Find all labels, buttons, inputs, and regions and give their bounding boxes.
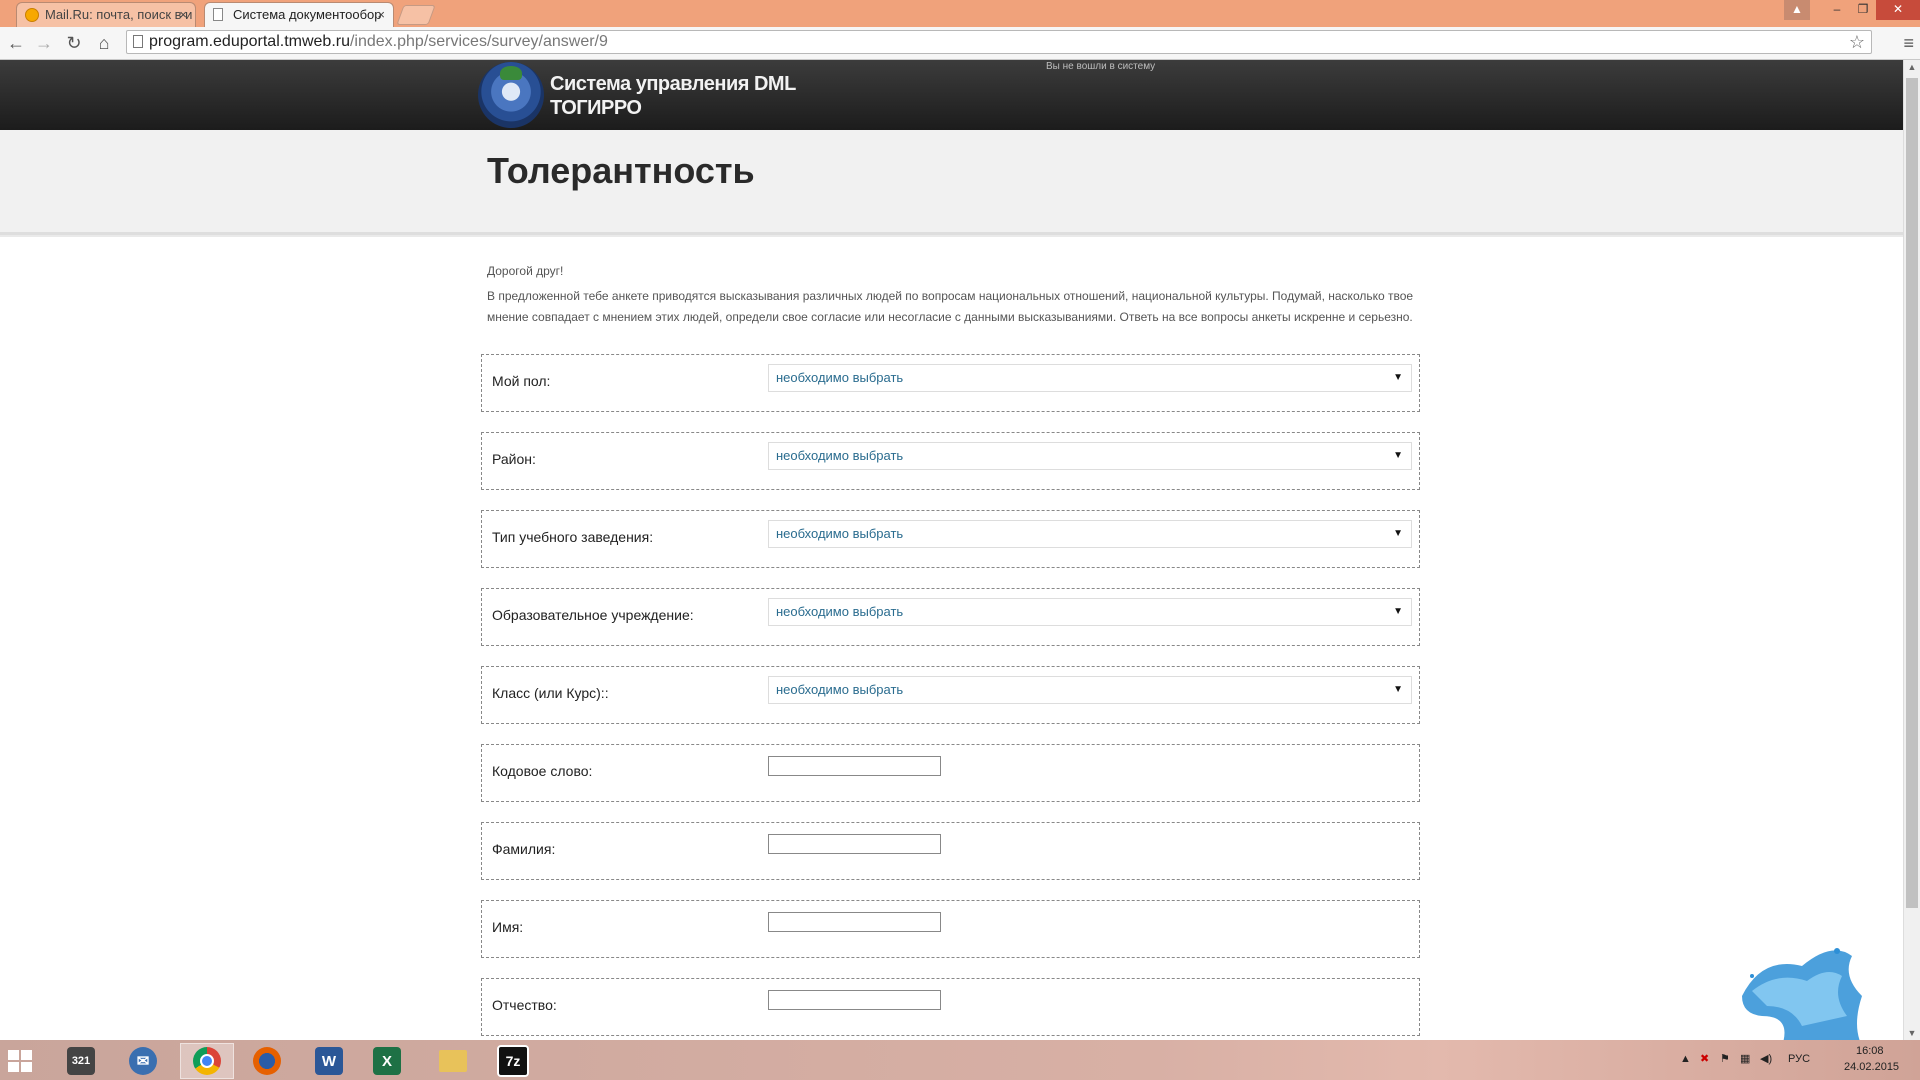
field-label: Мой пол: [492, 373, 551, 389]
field-label: Имя: [492, 919, 524, 935]
field-label: Район: [492, 451, 536, 467]
action-center-flag-icon[interactable]: ⚑ [1720, 1052, 1730, 1065]
field-label: Образовательное учреждение: [492, 607, 694, 623]
dropdown-caret-icon: ▼ [1393, 528, 1403, 539]
field-first-name: Имя: [481, 900, 1420, 958]
gender-select[interactable]: необходимо выбрать ▼ [768, 364, 1412, 392]
7zip-icon[interactable]: 7z [488, 1043, 538, 1079]
page-info-icon[interactable] [133, 35, 143, 48]
class-select[interactable]: необходимо выбрать ▼ [768, 676, 1412, 704]
site-title[interactable]: Система управления DML ТОГИРРО [550, 72, 796, 120]
scrollbar-thumb[interactable] [1906, 78, 1918, 908]
greeting-text: Дорогой друг! [487, 264, 564, 278]
site-logo[interactable] [478, 62, 544, 128]
site-title-line2: ТОГИРРО [550, 97, 642, 119]
tab-mailru[interactable]: Mail.Ru: почта, поиск в и × [16, 2, 196, 27]
close-tab-icon[interactable]: × [179, 3, 187, 27]
institution-select[interactable]: необходимо выбрать ▼ [768, 598, 1412, 626]
close-tab-icon[interactable]: × [377, 3, 385, 27]
field-label: Отчество: [492, 997, 557, 1013]
field-label: Тип учебного заведения: [492, 529, 654, 545]
new-tab-button[interactable] [396, 5, 436, 25]
page-favicon-icon [213, 8, 223, 21]
page-scrollbar[interactable]: ▲ ▼ [1903, 60, 1920, 1040]
institution-type-select[interactable]: необходимо выбрать ▼ [768, 520, 1412, 548]
field-label: Кодовое слово: [492, 763, 593, 779]
site-header: Система управления DML ТОГИРРО Вы не вош… [0, 60, 1903, 132]
windows-start-icon[interactable] [8, 1050, 34, 1072]
minimize-icon[interactable]: – [1824, 0, 1850, 20]
water-splash-decoration [1742, 948, 1862, 1040]
chrome-icon[interactable] [180, 1043, 234, 1079]
dropdown-caret-icon: ▼ [1393, 684, 1403, 695]
word-icon[interactable]: W [304, 1043, 354, 1079]
file-explorer-icon[interactable] [428, 1043, 478, 1079]
field-class: Класс (или Курс):: необходимо выбрать ▼ [481, 666, 1420, 724]
system-tray: ▲ ✖ ⚑ ▦ ◀) РУС 16:08 24.02.2015 [1660, 1040, 1920, 1080]
login-status: Вы не вошли в систему [1046, 61, 1156, 72]
address-bar[interactable]: program.eduportal.tmweb.ru/index.php/ser… [126, 30, 1872, 54]
survey-content: Дорогой друг! В предложенной тебе анкете… [481, 250, 1421, 1040]
home-icon[interactable]: ⌂ [92, 31, 116, 55]
thunderbird-icon[interactable]: ✉ [118, 1043, 168, 1079]
url-host: program.eduportal.tmweb.ru [149, 33, 350, 50]
patronymic-input[interactable] [768, 990, 941, 1010]
tab-label: Mail.Ru: почта, поиск в и [45, 7, 193, 22]
bookmark-star-icon[interactable]: ☆ [1849, 31, 1865, 53]
district-select[interactable]: необходимо выбрать ▼ [768, 442, 1412, 470]
browser-toolbar: ← → ↻ ⌂ program.eduportal.tmweb.ru/index… [0, 27, 1920, 60]
volume-icon[interactable]: ◀) [1760, 1052, 1772, 1065]
url-path: /index.php/services/survey/answer/9 [349, 33, 608, 50]
clock-time[interactable]: 16:08 [1856, 1045, 1884, 1057]
network-warning-icon[interactable]: ✖ [1700, 1052, 1709, 1065]
reload-icon[interactable]: ↻ [62, 31, 86, 55]
select-value: необходимо выбрать [776, 370, 904, 385]
surname-input[interactable] [768, 834, 941, 854]
firefox-icon[interactable] [242, 1043, 292, 1079]
field-gender: Мой пол: необходимо выбрать ▼ [481, 354, 1420, 412]
page-viewport: Система управления DML ТОГИРРО Вы не вош… [0, 60, 1903, 1040]
windows-taskbar: 321 ✉ W X 7z ▲ ✖ ⚑ ▦ ◀) РУС 16:08 24.02.… [0, 1040, 1920, 1080]
dropdown-caret-icon: ▼ [1393, 372, 1403, 383]
select-value: необходимо выбрать [776, 604, 904, 619]
profile-icon[interactable]: ▲ [1784, 0, 1810, 20]
field-surname: Фамилия: [481, 822, 1420, 880]
input-language[interactable]: РУС [1788, 1053, 1810, 1065]
field-institution-type: Тип учебного заведения: необходимо выбра… [481, 510, 1420, 568]
code-word-input[interactable] [768, 756, 941, 776]
close-window-icon[interactable]: ✕ [1876, 0, 1920, 20]
field-patronymic: Отчество: [481, 978, 1420, 1036]
restore-icon[interactable]: ❐ [1850, 0, 1876, 20]
site-title-line1: Система управления DML [550, 73, 796, 95]
page-title: Толерантность [487, 150, 755, 191]
field-label: Класс (или Курс):: [492, 685, 609, 701]
select-value: необходимо выбрать [776, 526, 904, 541]
tab-label: Система документообор [233, 7, 382, 22]
forward-arrow-icon[interactable]: → [32, 31, 56, 55]
first-name-input[interactable] [768, 912, 941, 932]
dropdown-caret-icon: ▼ [1393, 606, 1403, 617]
field-code-word: Кодовое слово: [481, 744, 1420, 802]
mailru-favicon-icon [25, 8, 39, 22]
tray-expand-icon[interactable]: ▲ [1680, 1053, 1691, 1065]
scroll-down-arrow-icon[interactable]: ▼ [1904, 1028, 1920, 1038]
field-label: Фамилия: [492, 841, 556, 857]
clock-date[interactable]: 24.02.2015 [1844, 1061, 1899, 1073]
network-icon[interactable]: ▦ [1740, 1052, 1750, 1065]
field-institution: Образовательное учреждение: необходимо в… [481, 588, 1420, 646]
browser-titlebar: Mail.Ru: почта, поиск в и × Система доку… [0, 0, 1920, 27]
dropdown-caret-icon: ▼ [1393, 450, 1403, 461]
back-arrow-icon[interactable]: ← [4, 31, 28, 55]
intro-text: В предложенной тебе анкете приводятся вы… [487, 289, 1414, 324]
media-player-classic-icon[interactable]: 321 [56, 1043, 106, 1079]
browser-menu-icon[interactable]: ≡ [1903, 33, 1914, 54]
excel-icon[interactable]: X [362, 1043, 412, 1079]
scroll-up-arrow-icon[interactable]: ▲ [1904, 62, 1920, 72]
field-district: Район: необходимо выбрать ▼ [481, 432, 1420, 490]
title-band: Толерантность [0, 130, 1903, 235]
select-value: необходимо выбрать [776, 682, 904, 697]
window-controls: ▲ – ❐ ✕ [1784, 0, 1920, 20]
select-value: необходимо выбрать [776, 448, 904, 463]
tab-dml-system[interactable]: Система документообор × [204, 2, 394, 27]
